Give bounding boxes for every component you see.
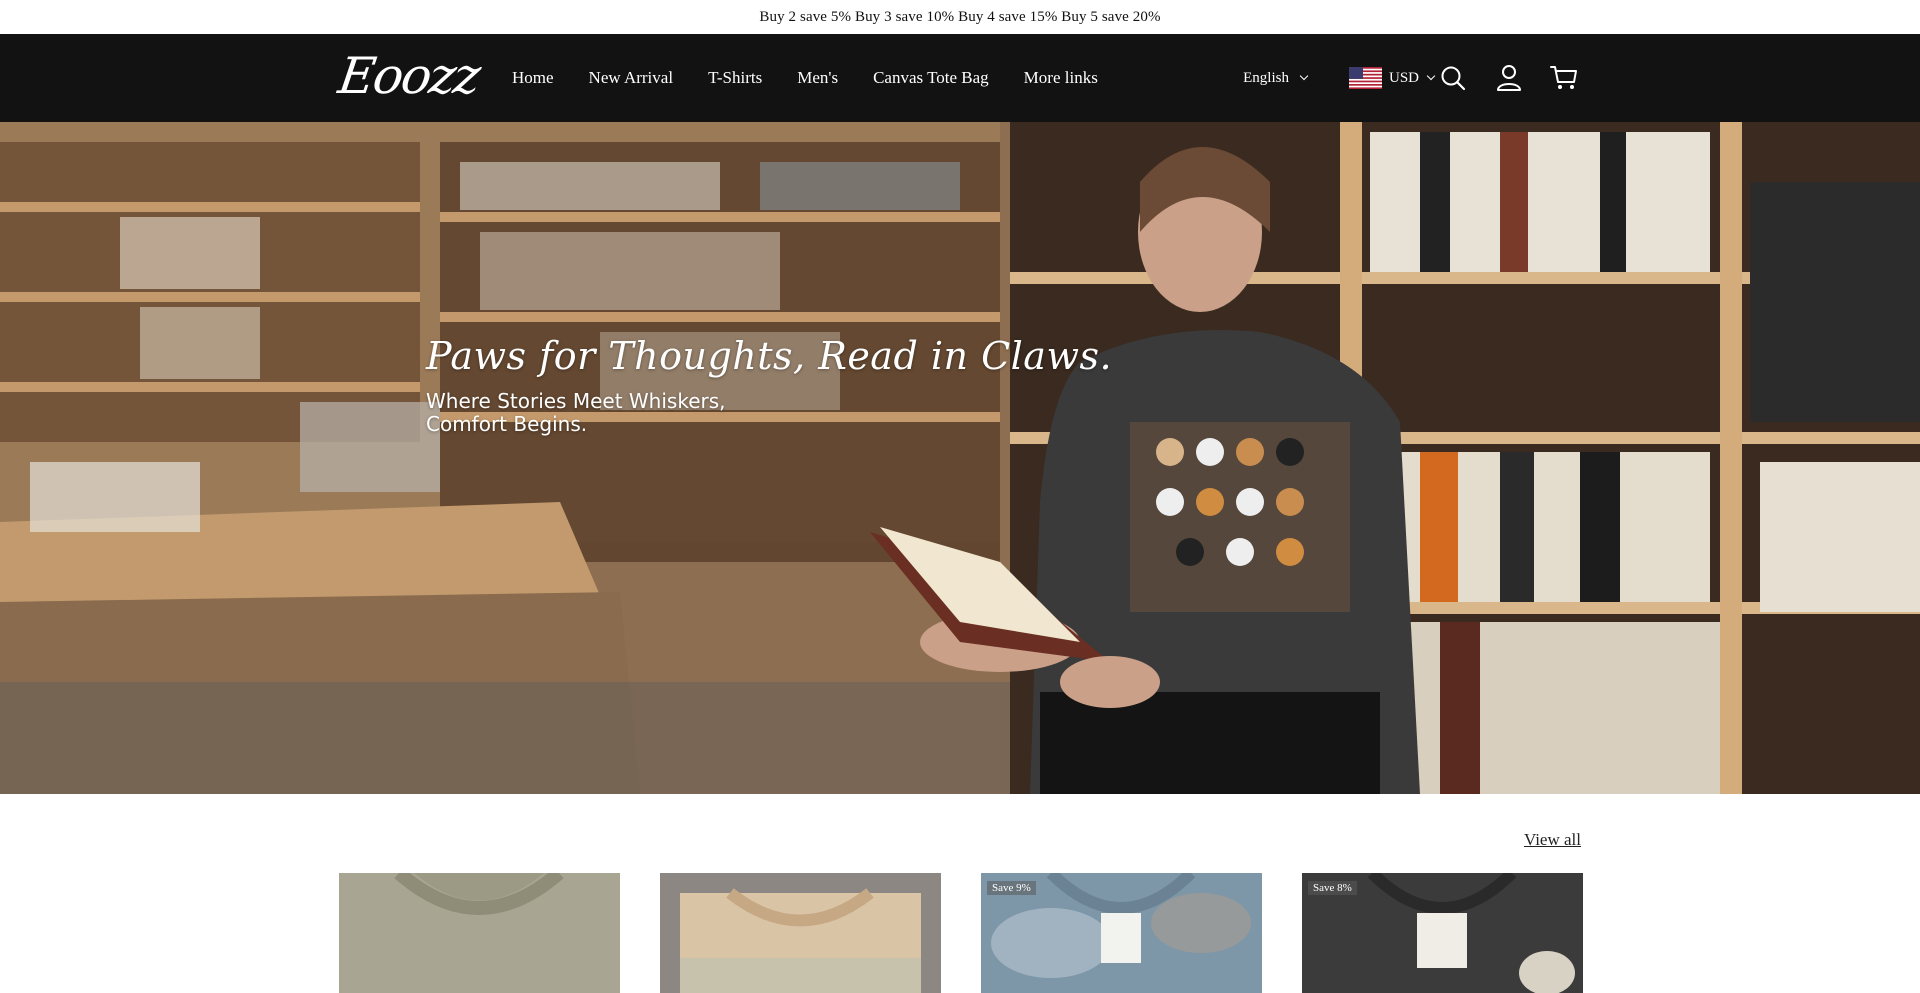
account-icon[interactable] — [1492, 61, 1526, 95]
product-card[interactable]: Save 9% — [981, 873, 1262, 993]
announcement-text: Buy 2 save 5% Buy 3 save 10% Buy 4 save … — [759, 8, 1161, 25]
product-card[interactable] — [660, 873, 941, 993]
discount-badge: Save 9% — [987, 881, 1036, 895]
product-card[interactable]: Save 8% — [1302, 873, 1583, 993]
nav-new-arrival[interactable]: New Arrival — [589, 68, 674, 88]
product-image — [339, 873, 620, 993]
language-selector[interactable]: English — [1243, 69, 1309, 87]
nav-more-links[interactable]: More links — [1024, 68, 1098, 88]
site-header: Eoozz Home New Arrival T-Shirts Men's Ca… — [0, 34, 1920, 122]
logo[interactable]: Eoozz — [335, 47, 483, 105]
us-flag-icon — [1348, 67, 1382, 89]
view-all-link[interactable]: View all — [1524, 830, 1581, 850]
product-card[interactable] — [339, 873, 620, 993]
language-label: English — [1243, 69, 1289, 86]
main-nav: Home New Arrival T-Shirts Men's Canvas T… — [512, 68, 1098, 88]
hero-text: Paws for Thoughts, Read in Claws. Where … — [426, 334, 1112, 436]
search-icon[interactable] — [1436, 61, 1470, 95]
nav-home[interactable]: Home — [512, 68, 554, 88]
nav-t-shirts[interactable]: T-Shirts — [708, 68, 762, 88]
discount-badge: Save 8% — [1308, 881, 1357, 895]
hero-image — [0, 122, 1920, 794]
nav-canvas-tote-bag[interactable]: Canvas Tote Bag — [873, 68, 989, 88]
chevron-down-icon — [1299, 71, 1309, 81]
hero-title: Paws for Thoughts, Read in Claws. — [426, 334, 1113, 378]
hero-subtitle-line: Where Stories Meet Whiskers, — [426, 389, 726, 413]
hero-subtitle-line: Comfort Begins. — [426, 412, 588, 436]
featured-collection: View all Save 9% Save 8% — [0, 794, 1920, 993]
hero-subtitle: Where Stories Meet Whiskers, Comfort Beg… — [426, 390, 1112, 436]
product-image — [660, 873, 941, 993]
product-grid: Save 9% Save 8% — [339, 873, 1583, 993]
cart-icon[interactable] — [1547, 61, 1581, 95]
currency-label: USD — [1388, 69, 1419, 86]
nav-mens[interactable]: Men's — [797, 68, 838, 88]
currency-selector[interactable]: USD — [1348, 67, 1436, 89]
hero-banner[interactable]: Paws for Thoughts, Read in Claws. Where … — [0, 122, 1920, 794]
announcement-bar: Buy 2 save 5% Buy 3 save 10% Buy 4 save … — [0, 0, 1920, 34]
